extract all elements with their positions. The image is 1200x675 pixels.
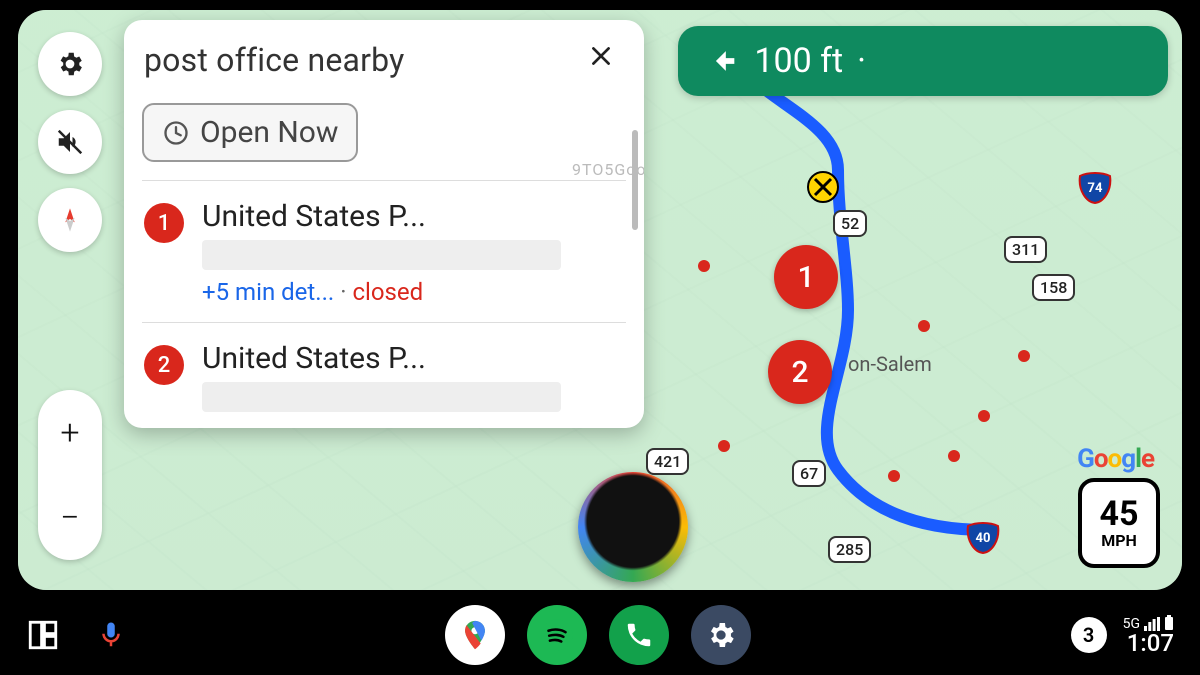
route-shield-158: 158 [1032,274,1075,301]
svg-text:40: 40 [976,531,991,546]
notification-count-badge[interactable]: 3 [1071,617,1107,653]
route-shield-67: 67 [792,460,826,487]
google-maps-icon [458,618,492,652]
search-panel: post office nearby Open Now 9TO5Google 1… [124,20,644,428]
speed-limit-unit: MPH [1101,531,1137,550]
interstate-shield-74: 74 [1078,170,1112,204]
status-area: 3 5G 1:07 [1071,615,1174,655]
poi-dot [698,260,710,272]
svg-text:74: 74 [1088,181,1103,196]
nav-app-spotify[interactable] [527,605,587,665]
search-result[interactable]: 2 United States P... [124,323,644,428]
zoom-control: + − [38,390,102,560]
result-address-redacted [202,382,561,412]
compass-button[interactable] [38,188,102,252]
map-screen: wn on-Salem 1 2 52 311 158 421 67 285 74… [18,10,1182,590]
result-meta: +5 min det... · closed [202,278,624,306]
close-icon [588,43,614,69]
gear-icon [705,619,737,651]
speed-limit-value: 45 [1099,497,1138,531]
google-logo: Google [1077,444,1154,474]
route-shield-52: 52 [833,210,867,237]
voice-assistant-icon[interactable] [96,618,126,652]
zoom-in-button[interactable]: + [60,413,79,453]
nav-app-phone[interactable] [609,605,669,665]
gear-icon [55,49,85,79]
interstate-shield-40: 40 [966,520,1000,554]
speaker-muted-icon [55,127,85,157]
clock-icon [162,119,190,147]
route-shield-311: 311 [1004,236,1047,263]
search-query[interactable]: post office nearby [144,41,578,79]
scrollbar[interactable] [632,130,638,230]
result-title: United States P... [202,341,624,376]
nav-app-maps[interactable] [445,605,505,665]
railroad-crossing-icon [806,170,840,204]
mute-button[interactable] [38,110,102,174]
turn-separator: · [857,41,866,81]
compass-icon [56,206,84,234]
result-title: United States P... [202,199,624,234]
settings-button[interactable] [38,32,102,96]
poi-dot [948,450,960,462]
map-pin-2[interactable]: 2 [768,340,832,404]
network-status: 5G 1:07 [1123,615,1174,655]
result-detour: +5 min det... [202,278,334,306]
poi-dot [978,410,990,422]
result-index-badge: 2 [144,345,184,385]
filter-open-now-chip[interactable]: Open Now [142,103,358,162]
filter-chip-label: Open Now [200,115,338,150]
next-turn-card[interactable]: 100 ft · [678,26,1168,96]
result-address-redacted [202,240,561,270]
android-auto-navbar: 3 5G 1:07 [0,595,1200,675]
result-index-badge: 1 [144,203,184,243]
poi-dot [918,320,930,332]
poi-dot [718,440,730,452]
assistant-orb[interactable] [578,472,688,582]
turn-left-icon [706,44,740,78]
app-grid-icon[interactable] [26,618,60,652]
route-shield-421: 421 [646,448,689,475]
spotify-icon [540,618,574,652]
result-status: closed [352,278,423,306]
route-shield-285: 285 [828,536,871,563]
turn-distance: 100 ft [754,41,843,81]
zoom-out-button[interactable]: − [60,498,79,538]
search-result[interactable]: 1 United States P... +5 min det... · clo… [124,181,644,322]
left-controls [38,32,102,252]
poi-dot [1018,350,1030,362]
clear-search-button[interactable] [578,36,624,83]
clock: 1:07 [1127,631,1174,655]
map-pin-1[interactable]: 1 [774,245,838,309]
nav-app-settings[interactable] [691,605,751,665]
poi-dot [888,470,900,482]
speed-limit-sign: 45 MPH [1078,478,1160,568]
phone-icon [624,620,654,650]
city-label-salem: on-Salem [848,352,932,376]
